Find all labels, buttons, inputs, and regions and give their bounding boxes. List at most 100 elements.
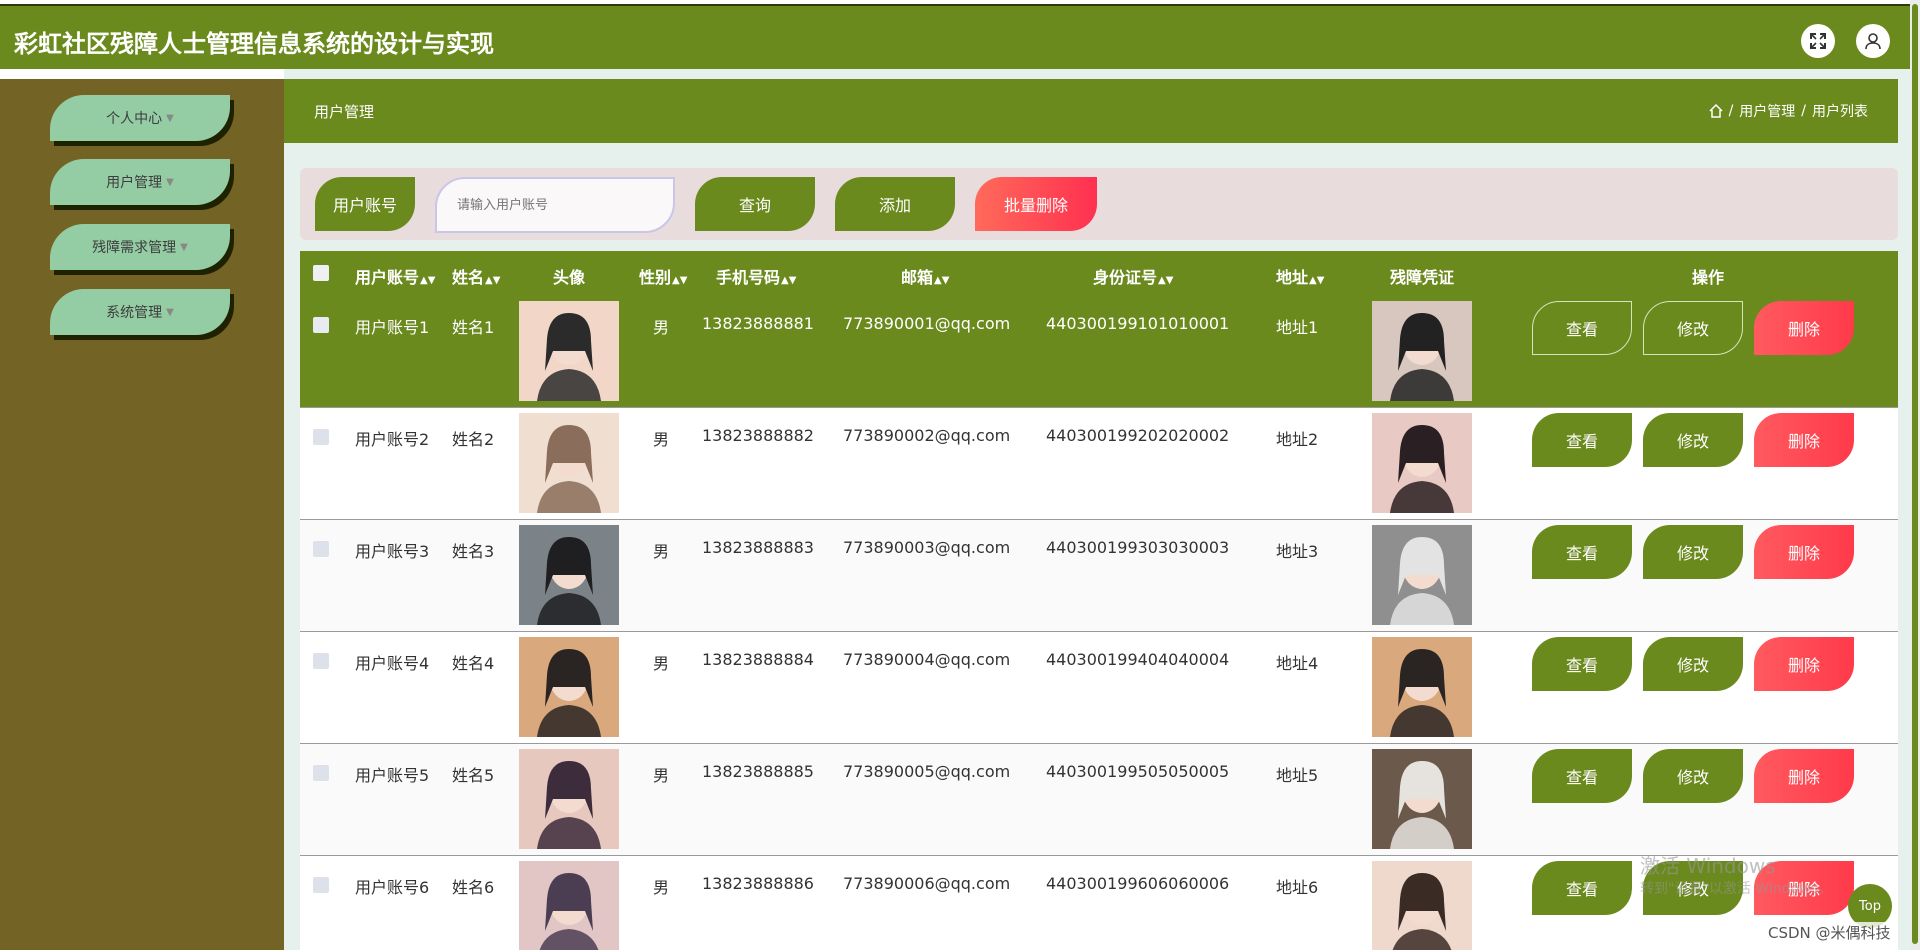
cell-email: 773890004@qq.com <box>843 650 1011 669</box>
search-input[interactable] <box>435 177 675 233</box>
avatar-image <box>519 301 619 401</box>
sort-icon: ▲▼ <box>420 275 436 286</box>
delete-button[interactable]: 删除 <box>1754 413 1854 467</box>
caret-down-icon: ▼ <box>166 306 174 318</box>
sort-icon: ▲▼ <box>485 275 501 286</box>
add-button[interactable]: 添加 <box>835 177 955 231</box>
edit-button[interactable]: 修改 <box>1643 525 1743 579</box>
breadcrumb-separator: / <box>1801 103 1806 119</box>
column-header-certificate: 残障凭证 <box>1390 268 1455 287</box>
avatar-image <box>519 413 619 513</box>
cell-email: 773890006@qq.com <box>843 874 1011 893</box>
row-checkbox[interactable] <box>313 877 329 893</box>
table-row[interactable]: 用户账号3 姓名3 男 13823888883 773890003@qq.com 4403… <box>300 520 1898 632</box>
delete-button[interactable]: 删除 <box>1754 749 1854 803</box>
cell-name: 姓名1 <box>452 318 495 337</box>
home-icon[interactable] <box>1709 104 1723 118</box>
cell-name: 姓名4 <box>452 654 495 673</box>
cell-name: 姓名2 <box>452 430 495 449</box>
row-checkbox[interactable] <box>313 429 329 445</box>
sidebar-item-personal-center[interactable]: 个人中心 ▼ <box>50 95 230 141</box>
column-header-address[interactable]: 地址▲▼ <box>1276 264 1324 288</box>
view-button[interactable]: 查看 <box>1532 413 1632 467</box>
cell-account: 用户账号4 <box>355 654 430 673</box>
cell-phone: 13823888884 <box>702 650 814 669</box>
breadcrumb: 用户管理 / 用户管理 / 用户列表 <box>284 79 1898 143</box>
sidebar-item-system-management[interactable]: 系统管理 ▼ <box>50 289 230 335</box>
cell-account: 用户账号6 <box>355 878 430 897</box>
row-checkbox[interactable] <box>313 653 329 669</box>
cell-name: 姓名5 <box>452 766 495 785</box>
sidebar-item-disability-needs[interactable]: 残障需求管理 ▼ <box>50 224 230 270</box>
column-header-email[interactable]: 邮箱▲▼ <box>901 264 949 288</box>
cell-phone: 13823888883 <box>702 538 814 557</box>
view-button[interactable]: 查看 <box>1532 637 1632 691</box>
sidebar-item-label: 残障需求管理 <box>92 240 177 256</box>
sidebar-item-user-management[interactable]: 用户管理 ▼ <box>50 159 230 205</box>
column-header-id-number[interactable]: 身份证号▲▼ <box>1093 264 1173 288</box>
user-avatar-icon[interactable] <box>1856 24 1890 58</box>
column-header-actions: 操作 <box>1692 268 1725 287</box>
column-header-phone[interactable]: 手机号码▲▼ <box>716 264 796 288</box>
cell-gender: 男 <box>653 318 670 337</box>
top-bar: 彩虹社区残障人士管理信息系统的设计与实现 <box>0 4 1910 69</box>
delete-button[interactable]: 删除 <box>1754 637 1854 691</box>
scrollbar-thumb[interactable] <box>1912 4 1918 944</box>
column-header-account[interactable]: 用户账号▲▼ <box>355 264 435 288</box>
column-header-name[interactable]: 姓名▲▼ <box>452 264 500 288</box>
cell-address: 地址6 <box>1276 878 1319 897</box>
table-row[interactable]: 用户账号1 姓名1 男 13823888881 773890001@qq.com 4403… <box>300 296 1898 408</box>
batch-delete-button[interactable]: 批量删除 <box>975 177 1097 231</box>
caret-down-icon: ▼ <box>166 112 174 124</box>
table-row[interactable]: 用户账号2 姓名2 男 13823888882 773890002@qq.com 4403… <box>300 408 1898 520</box>
edit-button[interactable]: 修改 <box>1643 413 1743 467</box>
edit-button[interactable]: 修改 <box>1643 637 1743 691</box>
sidebar-item-label: 系统管理 <box>106 305 163 321</box>
cell-name: 姓名6 <box>452 878 495 897</box>
cell-email: 773890002@qq.com <box>843 426 1011 445</box>
view-button[interactable]: 查看 <box>1532 749 1632 803</box>
cell-address: 地址1 <box>1276 318 1319 337</box>
user-table: 用户账号▲▼ 姓名▲▼ 头像 性别▲▼ 手机号码▲▼ 邮箱▲▼ 身份证号▲▼ 地… <box>300 251 1898 950</box>
table-row[interactable]: 用户账号5 姓名5 男 13823888885 773890005@qq.com 4403… <box>300 744 1898 856</box>
cell-email: 773890003@qq.com <box>843 538 1011 557</box>
cell-account: 用户账号3 <box>355 542 430 561</box>
watermark-subtitle: 转到"设置"以激活 Windows。 <box>1640 881 1832 897</box>
view-button[interactable]: 查看 <box>1532 301 1632 355</box>
watermark-title: 激活 Windows <box>1640 854 1776 878</box>
avatar-image <box>519 749 619 849</box>
edit-button[interactable]: 修改 <box>1643 301 1743 355</box>
row-checkbox[interactable] <box>313 765 329 781</box>
row-checkbox[interactable] <box>313 541 329 557</box>
fullscreen-icon[interactable] <box>1801 24 1835 58</box>
avatar-image <box>519 861 619 950</box>
cell-gender: 男 <box>653 878 670 897</box>
caret-down-icon: ▼ <box>166 176 174 188</box>
cell-email: 773890001@qq.com <box>843 314 1011 333</box>
certificate-image <box>1372 861 1472 950</box>
row-checkbox[interactable] <box>313 317 329 333</box>
breadcrumb-item-user-list: 用户列表 <box>1812 104 1868 120</box>
sort-icon: ▲▼ <box>781 275 797 286</box>
sort-icon: ▲▼ <box>934 275 950 286</box>
breadcrumb-item-user-management[interactable]: 用户管理 <box>1739 101 1795 121</box>
certificate-image <box>1372 413 1472 513</box>
view-button[interactable]: 查看 <box>1532 861 1632 915</box>
column-header-gender[interactable]: 性别▲▼ <box>639 264 687 288</box>
view-button[interactable]: 查看 <box>1532 525 1632 579</box>
table-row[interactable]: 用户账号4 姓名4 男 13823888884 773890004@qq.com 4403… <box>300 632 1898 744</box>
delete-button[interactable]: 删除 <box>1754 301 1854 355</box>
app-window: 彩虹社区残障人士管理信息系统的设计与实现 个人中心 ▼ 用户管理 ▼ 残障需求管理 ▼… <box>0 0 1920 950</box>
edit-button[interactable]: 修改 <box>1643 749 1743 803</box>
certificate-image <box>1372 637 1472 737</box>
delete-button[interactable]: 删除 <box>1754 525 1854 579</box>
app-title: 彩虹社区残障人士管理信息系统的设计与实现 <box>14 30 494 58</box>
sidebar-item-label: 个人中心 <box>106 111 163 127</box>
cell-address: 地址2 <box>1276 430 1319 449</box>
select-all-checkbox[interactable] <box>313 265 329 281</box>
query-button[interactable]: 查询 <box>695 177 815 231</box>
cell-phone: 13823888885 <box>702 762 814 781</box>
breadcrumb-path: / 用户管理 / 用户列表 <box>1709 101 1868 121</box>
cell-account: 用户账号2 <box>355 430 430 449</box>
page-title: 用户管理 <box>314 103 375 121</box>
